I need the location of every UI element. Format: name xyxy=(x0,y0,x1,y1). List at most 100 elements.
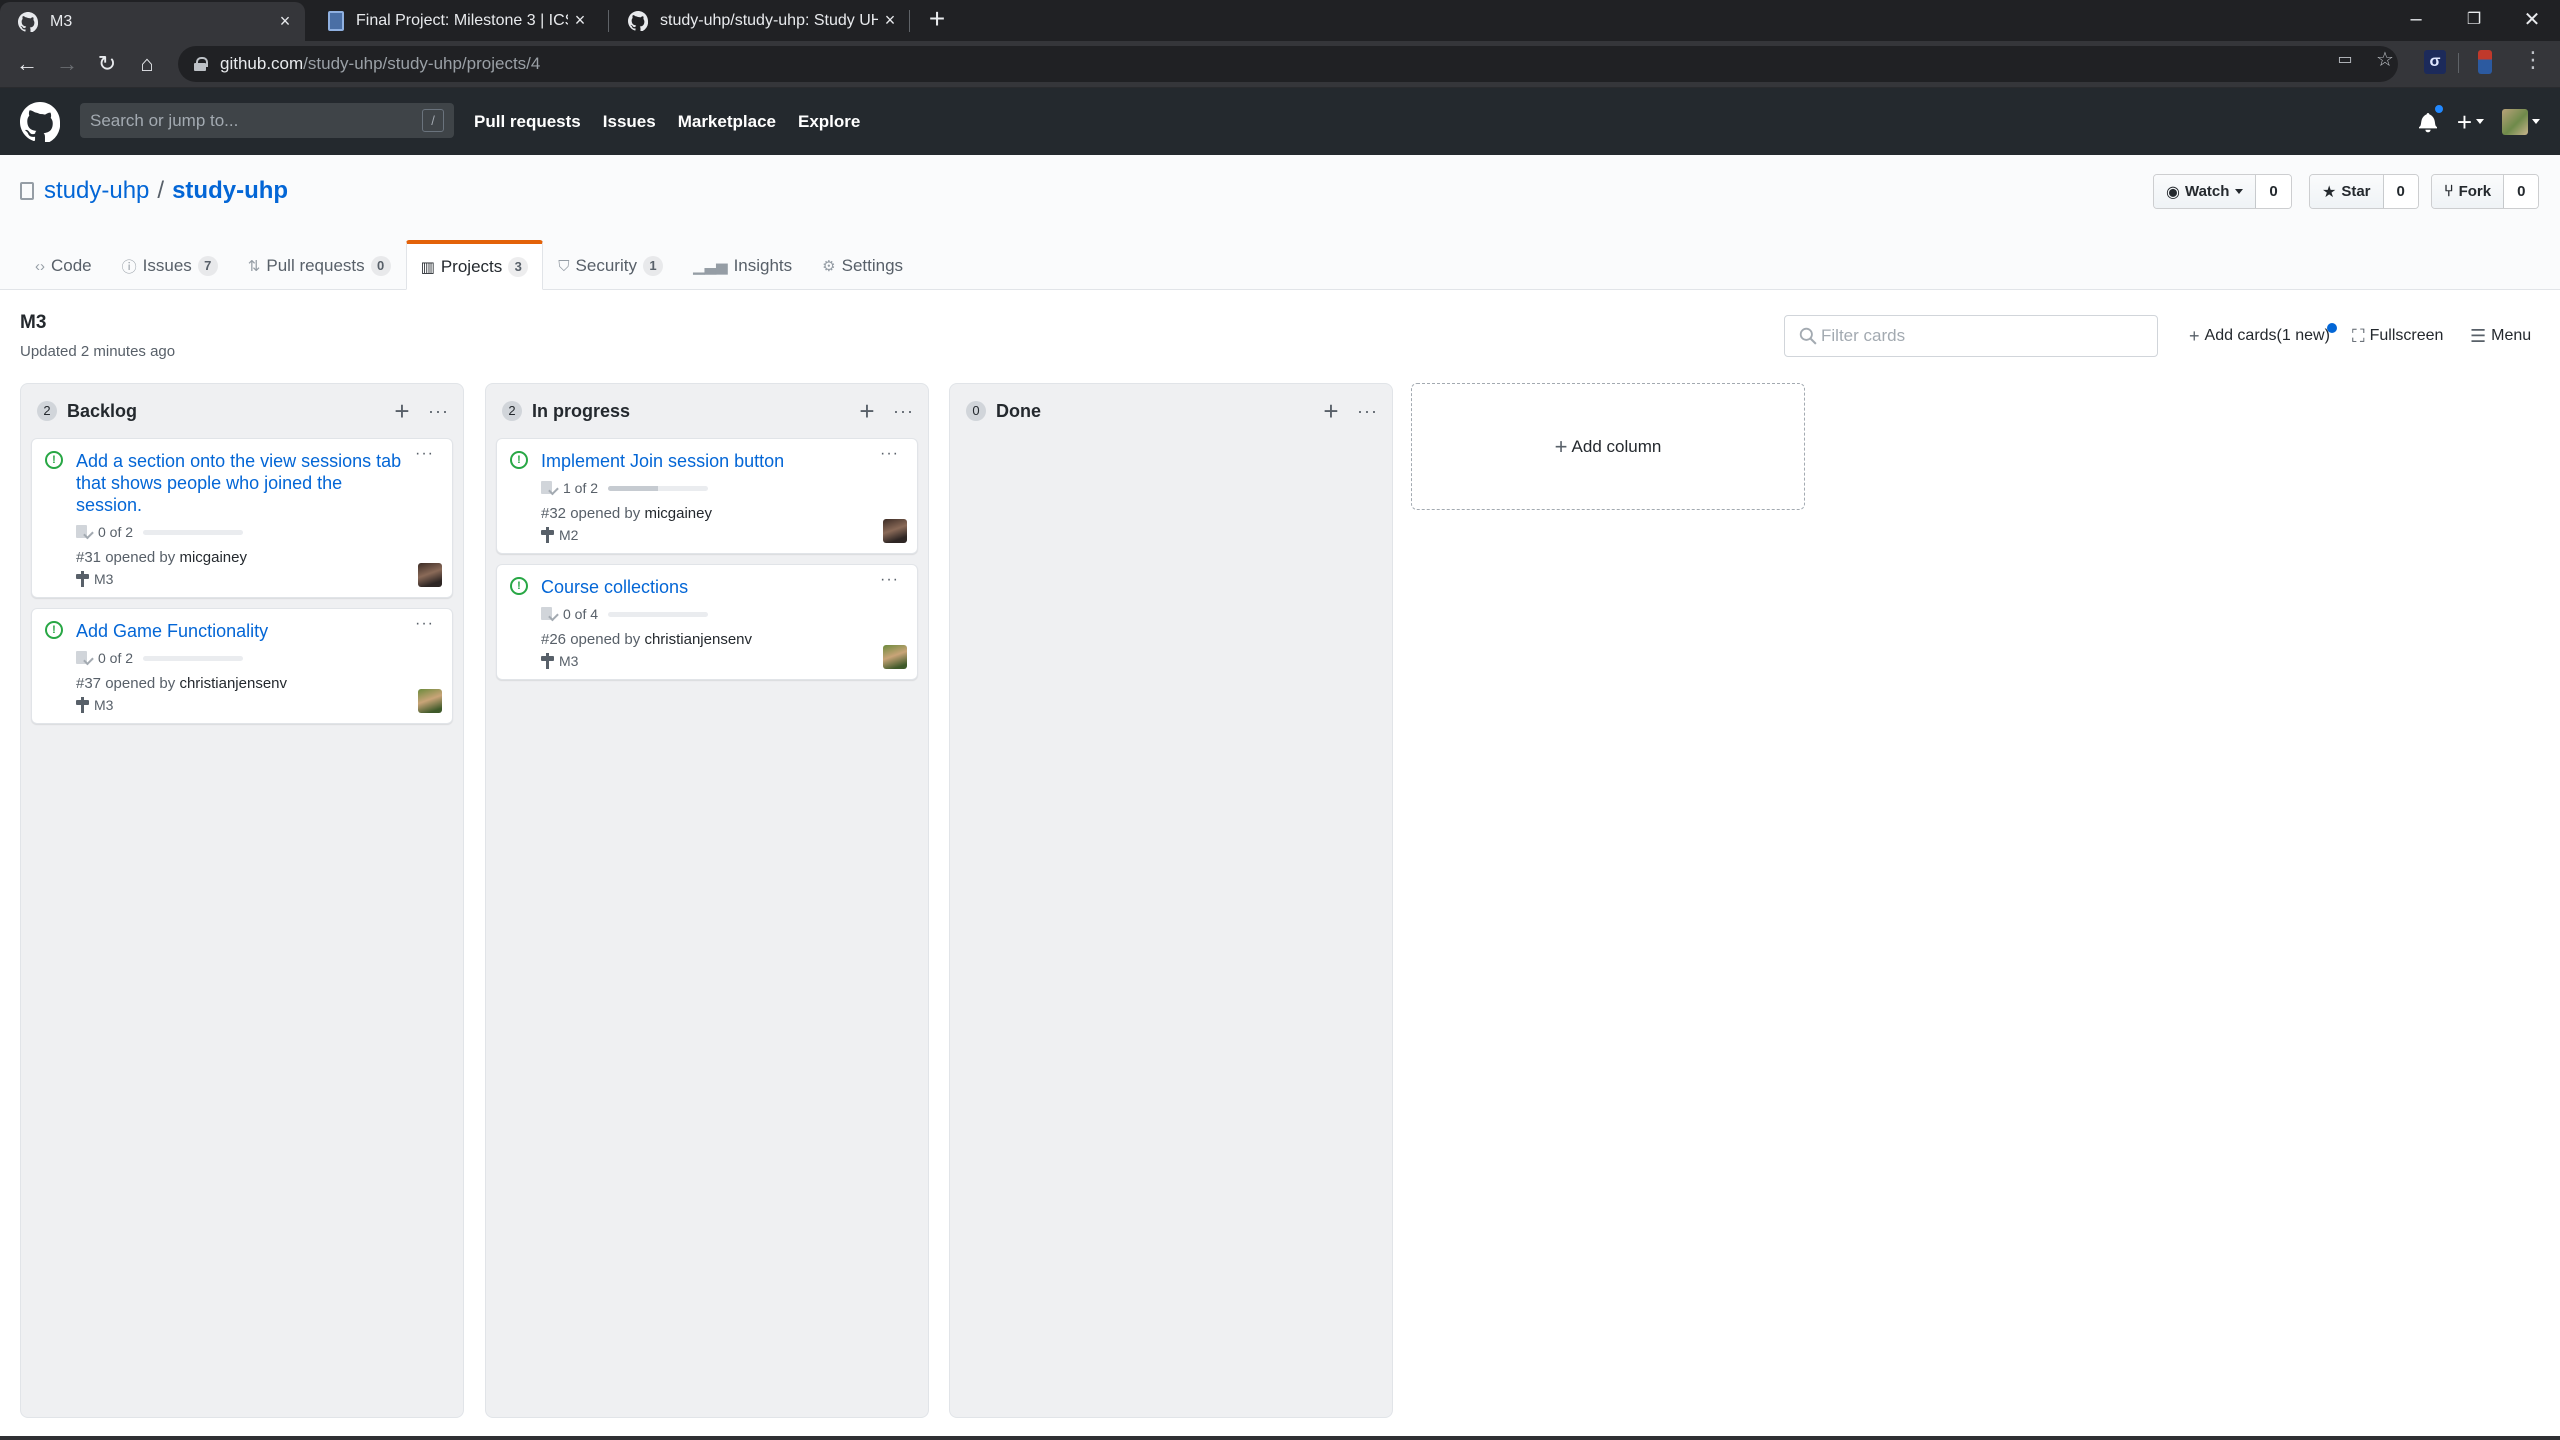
fork-icon: ⑂ xyxy=(2444,182,2454,200)
close-tab-icon[interactable]: × xyxy=(878,10,902,31)
add-cards-button[interactable]: + Add cards(1 new) xyxy=(2189,315,2340,357)
bookmark-star-icon[interactable]: ☆ xyxy=(2374,49,2396,71)
add-card-button[interactable]: + xyxy=(1319,398,1343,424)
close-window-button[interactable]: ✕ xyxy=(2504,0,2560,38)
new-tab-button[interactable]: + xyxy=(922,4,952,34)
repo-nav: ‹› Code ⓘ Issues 7 ⇅ Pull requests 0 ▥ Project… xyxy=(20,240,918,290)
watch-button[interactable]: ◉ Watch xyxy=(2154,175,2257,208)
card-title-link[interactable]: Implement Join session button xyxy=(541,450,905,472)
column-menu-button[interactable]: ··· xyxy=(893,401,914,422)
tab-pull-requests[interactable]: ⇅ Pull requests 0 xyxy=(233,240,406,290)
assignee-avatar[interactable] xyxy=(883,519,907,543)
card-menu-button[interactable]: ··· xyxy=(880,571,899,589)
extension-mario-icon[interactable] xyxy=(2478,50,2492,74)
taskbar-edge xyxy=(0,1436,2560,1440)
star-icon: ★ xyxy=(2322,183,2337,201)
fork-group: ⑂ Fork 0 xyxy=(2431,174,2540,209)
project-menu-button[interactable]: ☰ Menu xyxy=(2470,315,2531,357)
project-card[interactable]: ! ··· Implement Join session button 1 of… xyxy=(496,438,918,554)
card-title-link[interactable]: Add Game Functionality xyxy=(76,620,440,642)
browser-tab-final-project[interactable]: Final Project: Milestone 3 | ICS 314 × xyxy=(310,0,600,41)
project-card[interactable]: ! ··· Add Game Functionality 0 of 2 #37 … xyxy=(31,608,453,724)
card-milestone[interactable]: M2 xyxy=(541,527,905,543)
filter-cards-input[interactable] xyxy=(1821,326,2141,346)
nav-issues[interactable]: Issues xyxy=(603,112,656,132)
repo-title: study-uhp / study-uhp xyxy=(20,177,288,205)
fork-count[interactable]: 0 xyxy=(2504,175,2539,208)
add-column-button[interactable]: + Add column xyxy=(1411,383,1805,510)
tab-separator xyxy=(909,10,910,32)
star-count[interactable]: 0 xyxy=(2383,175,2418,208)
tab-projects[interactable]: ▥ Projects 3 xyxy=(405,240,544,290)
forward-button[interactable]: → xyxy=(52,49,82,79)
column-done: 0 Done + ··· xyxy=(949,383,1393,1418)
column-card-count: 0 xyxy=(966,401,986,421)
search-shortcut-key: / xyxy=(422,109,444,132)
install-app-icon[interactable]: ▭ xyxy=(2334,49,2356,71)
close-tab-icon[interactable]: × xyxy=(273,11,297,32)
assignee-avatar[interactable] xyxy=(883,645,907,669)
nav-pull-requests[interactable]: Pull requests xyxy=(474,112,581,132)
minimize-button[interactable]: – xyxy=(2388,0,2444,38)
card-author[interactable]: micgainey xyxy=(179,549,247,566)
home-button[interactable]: ⌂ xyxy=(132,49,162,79)
tab-issues[interactable]: ⓘ Issues 7 xyxy=(107,240,233,290)
browser-tab-m3[interactable]: M3 × xyxy=(0,2,305,41)
add-card-button[interactable]: + xyxy=(855,398,879,424)
project-card[interactable]: ! ··· Course collections 0 of 4 #26 open… xyxy=(496,564,918,680)
unread-indicator xyxy=(2432,102,2445,115)
column-title: Done xyxy=(996,400,1041,421)
browser-tab-study-uhp[interactable]: study-uhp/study-uhp: Study UHp × xyxy=(610,0,910,41)
back-button[interactable]: ← xyxy=(12,49,42,79)
card-author[interactable]: christianjensenv xyxy=(179,675,287,692)
restore-button[interactable]: ❐ xyxy=(2446,0,2502,38)
repo-name-link[interactable]: study-uhp xyxy=(172,177,288,205)
card-milestone[interactable]: M3 xyxy=(76,571,440,587)
github-search-input[interactable] xyxy=(80,110,400,131)
extension-icon[interactable]: σ xyxy=(2424,50,2446,74)
card-opened-by: #32 opened by micgainey xyxy=(541,505,712,522)
column-menu-button[interactable]: ··· xyxy=(428,401,449,422)
tab-insights[interactable]: ▁▃▅ Insights xyxy=(678,240,807,290)
notifications-button[interactable] xyxy=(2418,102,2445,133)
card-title-link[interactable]: Add a section onto the view sessions tab… xyxy=(76,450,440,516)
card-menu-button[interactable]: ··· xyxy=(415,445,434,463)
column-menu-button[interactable]: ··· xyxy=(1357,401,1378,422)
fork-button[interactable]: ⑂ Fork xyxy=(2432,175,2505,208)
user-avatar xyxy=(2502,108,2528,135)
card-menu-button[interactable]: ··· xyxy=(880,445,899,463)
assignee-avatar[interactable] xyxy=(418,689,442,713)
search-icon xyxy=(1799,327,1817,345)
card-author[interactable]: christianjensenv xyxy=(644,631,752,648)
open-issue-icon: ! xyxy=(45,451,63,469)
nav-marketplace[interactable]: Marketplace xyxy=(678,112,776,132)
card-milestone[interactable]: M3 xyxy=(541,653,905,669)
card-menu-button[interactable]: ··· xyxy=(415,615,434,633)
star-button[interactable]: ★ Star xyxy=(2310,175,2384,208)
card-author[interactable]: micgainey xyxy=(644,505,712,522)
task-progress: 1 of 2 xyxy=(541,480,905,496)
assignee-avatar[interactable] xyxy=(418,563,442,587)
bell-icon xyxy=(2418,112,2437,132)
card-title-link[interactable]: Course collections xyxy=(541,576,905,598)
repo-owner-link[interactable]: study-uhp xyxy=(44,177,149,205)
gear-icon: ⚙ xyxy=(822,258,836,275)
address-bar[interactable]: github.com/study-uhp/study-uhp/projects/… xyxy=(178,46,2398,82)
card-milestone[interactable]: M3 xyxy=(76,697,440,713)
tab-code[interactable]: ‹› Code xyxy=(20,240,107,290)
watch-count[interactable]: 0 xyxy=(2256,175,2291,208)
star-group: ★ Star 0 xyxy=(2309,174,2419,209)
user-menu-dropdown[interactable] xyxy=(2502,108,2540,135)
reload-button[interactable]: ↻ xyxy=(92,49,122,79)
github-logo-icon[interactable] xyxy=(20,102,60,142)
create-new-dropdown[interactable]: + xyxy=(2457,109,2484,135)
add-card-button[interactable]: + xyxy=(390,398,414,424)
project-card[interactable]: ! ··· Add a section onto the view sessio… xyxy=(31,438,453,598)
fullscreen-button[interactable]: ⛶ Fullscreen xyxy=(2352,315,2443,357)
chrome-menu-icon[interactable]: ⋮ xyxy=(2522,49,2544,71)
tab-settings[interactable]: ⚙ Settings xyxy=(807,240,918,290)
tab-security[interactable]: ⛉ Security 1 xyxy=(543,240,678,290)
nav-explore[interactable]: Explore xyxy=(798,112,860,132)
pull-requests-counter: 0 xyxy=(370,256,391,276)
close-tab-icon[interactable]: × xyxy=(568,10,592,31)
